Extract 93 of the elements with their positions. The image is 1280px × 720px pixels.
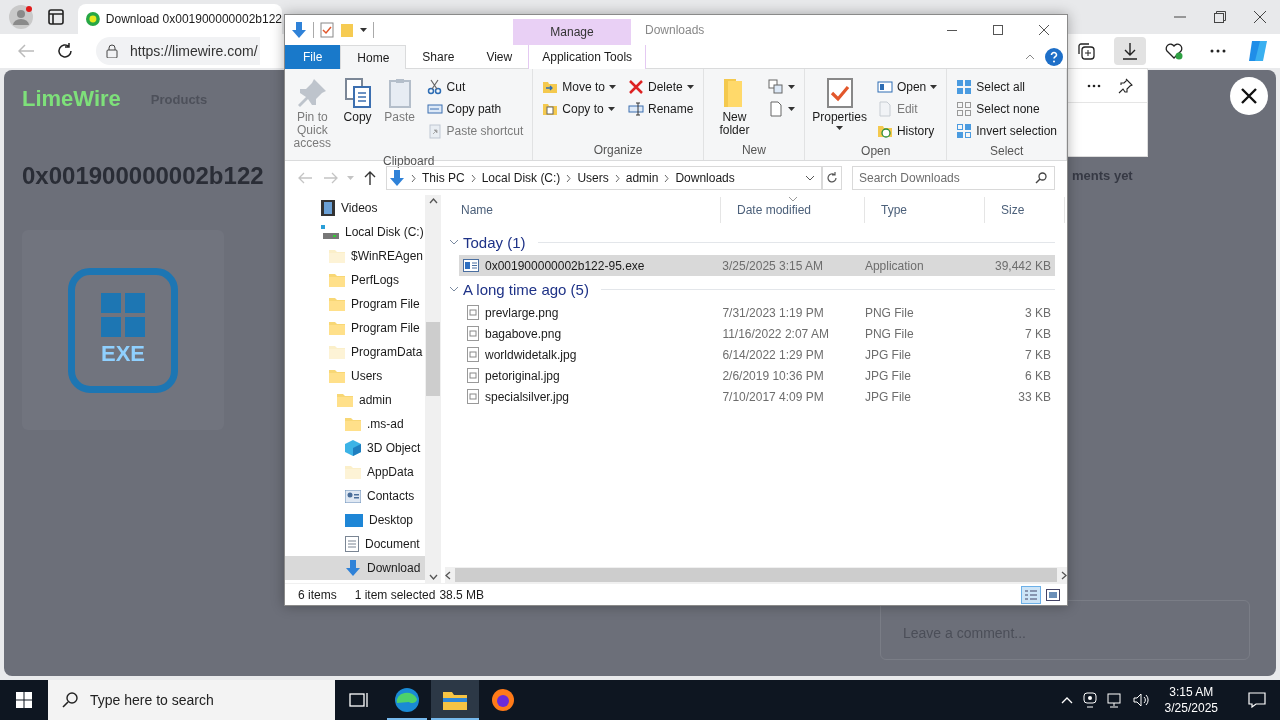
address-field[interactable]: This PC Local Disk (C:) Users admin Downloads xyxy=(386,166,822,190)
ribbon-tab[interactable]: File xyxy=(285,45,341,69)
size-cell-text: 7 KB xyxy=(1023,347,1052,362)
type-cell-text: JPG File xyxy=(863,368,912,383)
tree-item[interactable]: Contacts xyxy=(285,484,425,508)
tree-item[interactable]: Document xyxy=(285,532,425,556)
ribbon-button[interactable]: New folder xyxy=(707,73,762,143)
exe-file-icon: EXE xyxy=(68,267,178,393)
date-cell-text: 3/25/2025 3:15 AM xyxy=(721,258,825,273)
item-count: 6 items xyxy=(298,587,337,602)
column-header[interactable]: Name xyxy=(445,197,721,223)
ribbon-button[interactable]: Open xyxy=(873,77,941,96)
group-label: Select xyxy=(988,144,1025,160)
date-cell-text: 2/6/2019 10:36 PM xyxy=(721,368,825,383)
breadcrumb[interactable]: Local Disk (C:) xyxy=(481,171,561,185)
date-cell-text: 11/16/2022 2:07 AM xyxy=(721,326,830,341)
size-cell-text: 3 KB xyxy=(1023,305,1052,320)
ribbon-tab[interactable]: Application Tools xyxy=(528,45,647,69)
tree-item[interactable]: AppData xyxy=(285,460,425,484)
size-cell-text: 39,442 KB xyxy=(993,258,1052,273)
file-row[interactable]: worldwidetalk.jpg 6/14/2022 1:29 PM JPG File 7 KB xyxy=(463,344,1055,365)
tree-item[interactable]: Videos xyxy=(285,196,425,220)
tree-item[interactable]: ProgramData xyxy=(285,340,425,364)
tree-item[interactable]: Program File xyxy=(285,292,425,316)
column-header[interactable]: Type xyxy=(865,197,985,223)
selection-size: 38.5 MB xyxy=(439,587,485,602)
column-header[interactable]: Size xyxy=(985,197,1065,223)
column-header[interactable]: Date modified xyxy=(721,197,865,223)
file-name: petoriginal.jpg xyxy=(485,368,560,383)
breadcrumb[interactable]: Downloads xyxy=(675,171,735,185)
tree-item[interactable]: .ms-ad xyxy=(285,412,425,436)
browser-tab[interactable]: Download 0x001900000002b122 xyxy=(78,4,282,34)
ribbon-button[interactable]: Copy xyxy=(337,73,378,154)
window-title: Downloads xyxy=(645,23,705,37)
file-name: prevlarge.png xyxy=(485,305,559,320)
ribbon-button[interactable]: Properties xyxy=(809,73,870,144)
tree-item[interactable]: Download xyxy=(285,556,425,580)
ribbon-button[interactable]: Copy path xyxy=(423,99,527,118)
group-label: New xyxy=(740,143,767,159)
type-cell-text: JPG File xyxy=(863,389,912,404)
group-header: A long time ago (5) xyxy=(463,280,589,298)
type-cell-text: PNG File xyxy=(863,326,915,341)
search-field[interactable]: Search Downloads xyxy=(852,166,1055,190)
ribbon-button[interactable]: Copy to xyxy=(539,99,619,118)
ribbon-button[interactable]: Select none xyxy=(953,99,1060,118)
type-cell-text: Application xyxy=(863,258,925,273)
ribbon-tab[interactable]: View xyxy=(470,45,529,69)
file-name: specialsilver.jpg xyxy=(485,389,570,404)
breadcrumb[interactable]: This PC xyxy=(422,171,465,185)
file-name: bagabove.png xyxy=(485,326,562,341)
breadcrumb[interactable]: admin xyxy=(625,171,659,185)
type-cell-text: PNG File xyxy=(863,305,915,320)
ribbon-button[interactable]: History xyxy=(873,121,941,140)
ribbon-button[interactable]: Delete xyxy=(625,77,697,96)
file-name: worldwidetalk.jpg xyxy=(485,347,577,362)
taskbar-search-field[interactable]: Type here to search xyxy=(48,680,335,720)
clock[interactable]: 3:15 AM 3/25/2025 xyxy=(1158,684,1224,716)
file-row[interactable]: specialsilver.jpg 7/10/2017 4:09 PM JPG File 33 KB xyxy=(463,386,1055,407)
file-row[interactable]: petoriginal.jpg 2/6/2019 10:36 PM JPG File 6 KB xyxy=(463,365,1055,386)
tree-item[interactable]: admin xyxy=(285,388,425,412)
ribbon-button[interactable]: Cut xyxy=(423,77,527,96)
file-name: 0x001900000002b122-95.exe xyxy=(485,258,645,273)
ribbon-button[interactable]: Select all xyxy=(953,77,1060,96)
tree-item[interactable]: Program File xyxy=(285,316,425,340)
tree-item[interactable]: PerfLogs xyxy=(285,268,425,292)
file-row[interactable]: prevlarge.png 7/31/2023 1:19 PM PNG File 3 KB xyxy=(463,302,1055,323)
ribbon-button[interactable]: Invert selection xyxy=(953,121,1060,140)
date-cell-text: 7/10/2017 4:09 PM xyxy=(721,389,825,404)
size-cell-text: 7 KB xyxy=(1023,326,1052,341)
file-row[interactable]: 0x001900000002b122-95.exe 3/25/2025 3:15 AM Application 39,442 KB xyxy=(459,255,1055,276)
tree-item[interactable]: Users xyxy=(285,364,425,388)
ribbon-tab[interactable]: Share xyxy=(406,45,471,69)
date-cell-text: 7/31/2023 1:19 PM xyxy=(721,305,825,320)
context-tab-header: Manage xyxy=(513,19,631,45)
type-cell-text: JPG File xyxy=(863,347,912,362)
ribbon-tab[interactable]: Home xyxy=(340,45,407,70)
breadcrumb[interactable]: Users xyxy=(577,171,609,185)
ribbon-button[interactable]: Rename xyxy=(625,99,697,118)
ribbon-button[interactable]: Move to xyxy=(539,77,619,96)
tree-item[interactable]: Desktop xyxy=(285,508,425,532)
tree-item[interactable]: Local Disk (C:) xyxy=(285,220,425,244)
group-header: Today (1) xyxy=(463,233,526,251)
page-title: 0x001900000002b122 xyxy=(22,162,264,190)
tree-item[interactable]: $WinREAgen xyxy=(285,244,425,268)
selection-count: 1 item selected xyxy=(354,587,436,602)
tree-item[interactable]: 3D Object xyxy=(285,436,425,460)
address-bar[interactable]: https://limewire.com/ xyxy=(96,37,260,65)
size-cell-text: 33 KB xyxy=(1017,389,1052,404)
size-cell-text: 6 KB xyxy=(1023,368,1052,383)
date-cell-text: 6/14/2022 1:29 PM xyxy=(721,347,825,362)
file-row[interactable]: bagabove.png 11/16/2022 2:07 AM PNG File 7 KB xyxy=(463,323,1055,344)
group-label: Open xyxy=(860,144,892,160)
group-label: Organize xyxy=(592,143,644,159)
